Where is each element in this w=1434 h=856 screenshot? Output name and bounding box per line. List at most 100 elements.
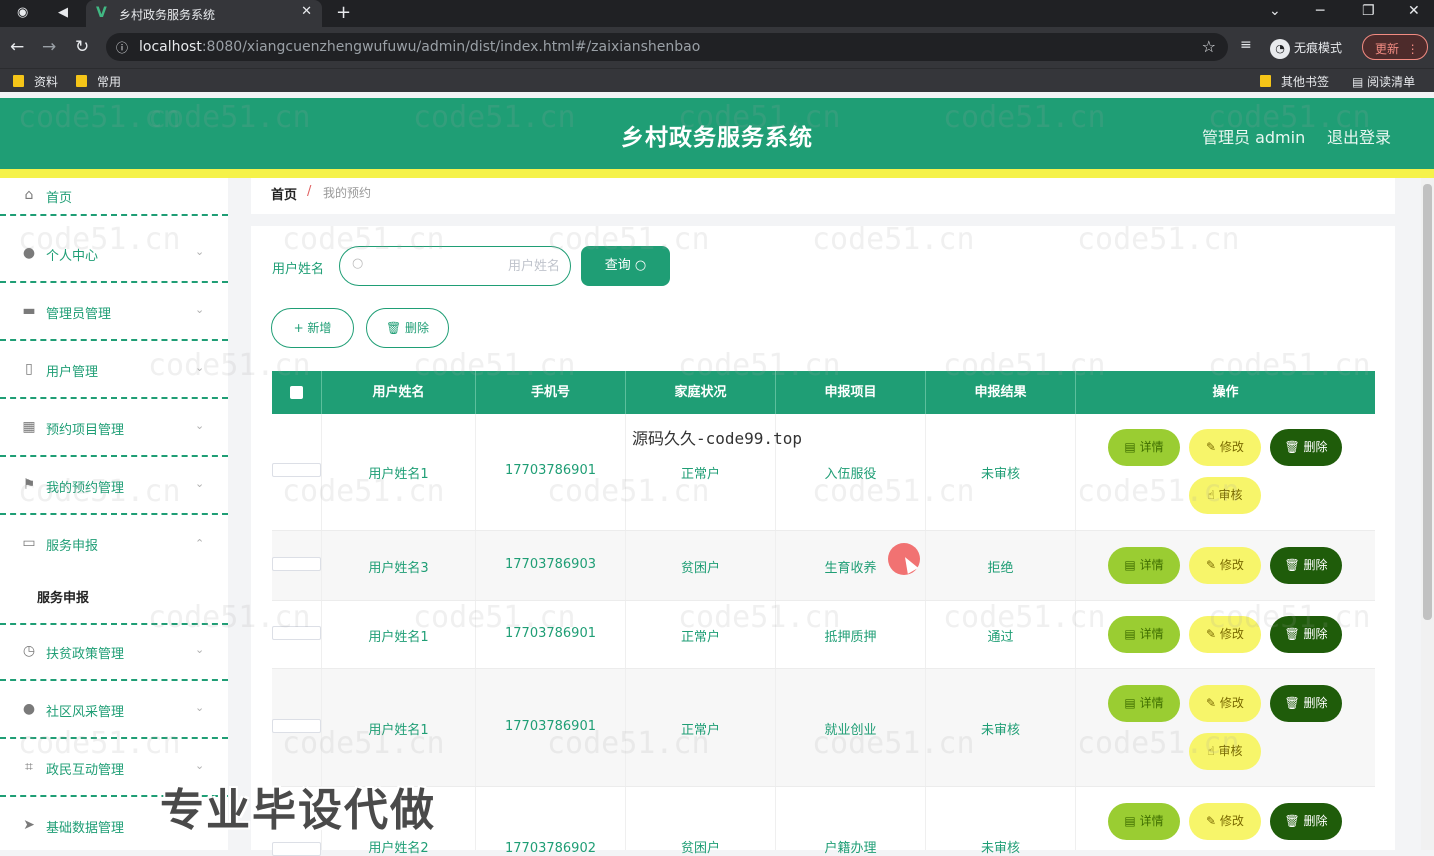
cell-result: 通过 [926,601,1076,668]
browser-menu-icon[interactable]: ◉ [17,5,28,20]
cell-result: 拒绝 [926,531,1076,600]
cell-phone: 17703786901 [476,669,626,786]
update-button[interactable]: 更新 ⋮ [1362,34,1428,60]
sidebar-item-admins[interactable]: ▬ 管理员管理 ⌄ [0,283,228,341]
add-button[interactable]: + 新增 [271,308,354,348]
vue-logo-icon: V [96,5,107,21]
detail-button[interactable]: ▤ 详情 [1108,803,1180,840]
row-checkbox[interactable] [272,556,321,571]
sidebar-item-users[interactable]: ▯ 用户管理 ⌄ [0,341,228,399]
current-user: 管理员 admin [1202,128,1306,147]
logout-link[interactable]: 退出登录 [1327,124,1391,148]
batch-delete-button[interactable]: 🗑 删除 [366,308,449,348]
edit-button[interactable]: ✎ 修改 [1189,685,1261,722]
forward-icon[interactable]: → [42,37,56,57]
browser-tab[interactable]: V 乡村政务服务系统 ✕ [86,0,322,27]
folder-icon [76,75,87,87]
detail-button[interactable]: ▤ 详情 [1108,685,1180,722]
media-control-icon[interactable]: ≡ [1240,37,1252,53]
sidebar-item-booking-projects[interactable]: ▦ 预约项目管理 ⌄ [0,399,228,457]
page-scrollbar[interactable] [1421,178,1434,850]
chevron-down-icon: ⌄ [195,477,205,490]
sidebar-item-my-bookings[interactable]: ⚑ 我的预约管理 ⌄ [0,457,228,515]
minimize-icon[interactable]: ─ [1316,3,1324,19]
sidebar: ⌂ 首页 ● 个人中心 ⌄ ▬ 管理员管理 ⌄ ▯ 用户管理 ⌄ ▦ 预约项目管… [0,178,228,850]
query-button[interactable]: 查询 ○ [581,246,670,286]
other-bookmarks[interactable]: 其他书签 [1260,73,1329,90]
sidebar-item-community[interactable]: ● 社区风采管理 ⌄ [0,681,228,739]
audit-button[interactable]: ☝ 审核 [1189,477,1261,514]
delete-button[interactable]: 🗑 删除 [1270,429,1342,466]
reload-icon[interactable]: ↻ [75,37,89,57]
app-header: 乡村政务服务系统 管理员 admin 退出登录 [0,98,1434,169]
reading-list[interactable]: ▤ 阅读清单 [1352,73,1415,90]
edit-button[interactable]: ✎ 修改 [1189,547,1261,584]
row-checkbox[interactable] [272,625,321,640]
search-field[interactable]: ○ [339,246,571,286]
incognito-icon: ◔ [1270,39,1290,59]
grid-icon: ▦ [22,419,36,435]
address-bar[interactable]: ⓘ localhost:8080/xiangcuenzhengwufuwu/ad… [106,33,1228,61]
flag-icon: ⚑ [22,477,36,493]
reading-list-icon: ▤ [1352,75,1368,89]
delete-button[interactable]: 🗑 删除 [1270,616,1342,653]
chevron-down-icon: ⌄ [195,361,205,374]
close-tab-icon[interactable]: ✕ [301,4,312,19]
row-checkbox[interactable] [272,463,321,477]
search-icon: ○ [352,256,364,271]
edit-button[interactable]: ✎ 修改 [1189,429,1261,466]
chevron-down-icon: ⌄ [195,419,205,432]
row-checkbox[interactable] [272,718,321,733]
mute-icon[interactable]: ◀ [58,5,68,20]
table-row: 用户姓名1 17703786901 正常户 抵押质押 通过 ▤ 详情 ✎ 修改 … [272,601,1375,669]
cell-name: 用户姓名1 [322,414,476,530]
delete-button[interactable]: 🗑 删除 [1270,547,1342,584]
new-tab-icon[interactable]: + [336,2,351,23]
detail-button[interactable]: ▤ 详情 [1108,616,1180,653]
tab-search-icon[interactable]: ⌄ [1269,3,1281,19]
bookmark-star-icon[interactable]: ☆ [1202,37,1216,56]
back-icon[interactable]: ← [10,37,24,57]
search-input[interactable] [370,255,560,277]
column-header[interactable]: 手机号 [476,371,626,414]
cell-result: 未审核 [926,414,1076,530]
site-info-icon[interactable]: ⓘ [116,39,128,56]
detail-button[interactable]: ▤ 详情 [1108,429,1180,466]
edit-button[interactable]: ✎ 修改 [1189,803,1261,840]
delete-button[interactable]: 🗑 删除 [1270,803,1342,840]
window-close-icon[interactable]: ✕ [1408,3,1420,19]
edit-button[interactable]: ✎ 修改 [1189,616,1261,653]
incognito-indicator[interactable]: ◔ 无痕模式 [1270,33,1342,61]
delete-button[interactable]: 🗑 删除 [1270,685,1342,722]
cell-project: 就业创业 [776,669,926,786]
trash-icon: 🗑 [385,321,406,335]
crop-icon: ⌗ [25,759,33,775]
column-header[interactable]: 家庭状况 [626,371,776,414]
sidebar-item-home[interactable]: ⌂ 首页 [0,168,228,216]
breadcrumb: 首页 / 我的预约 [251,178,1395,214]
audit-button[interactable]: ☝ 审核 [1189,733,1261,770]
sidebar-item-poverty-policy[interactable]: ◷ 扶贫政策管理 ⌄ [0,623,228,681]
scrollbar-thumb[interactable] [1423,184,1432,620]
user-icon: ● [22,701,36,717]
restore-icon[interactable]: ❐ [1362,3,1375,19]
detail-button[interactable]: ▤ 详情 [1108,547,1180,584]
column-header[interactable]: 申报结果 [926,371,1076,414]
column-header[interactable]: 申报项目 [776,371,926,414]
sidebar-item-service-report[interactable]: ▭ 服务申报 ⌃ 服务申报 [0,515,228,625]
url-text: localhost:8080/xiangcuenzhengwufuwu/admi… [139,39,701,55]
cell-phone: 17703786902 [476,787,626,856]
sidebar-item-personal[interactable]: ● 个人中心 ⌄ [0,225,228,283]
sidebar-subitem-service-report[interactable]: 服务申报 [37,587,89,606]
select-all-checkbox[interactable] [290,386,303,399]
row-checkbox[interactable] [272,842,321,856]
bookmark-folder-2[interactable]: 常用 [76,73,121,90]
bookmark-folder-1[interactable]: 资料 [13,73,58,90]
row-checkbox-cell [272,601,322,668]
user-icon: ● [22,245,36,261]
breadcrumb-home[interactable]: 首页 [271,184,297,203]
column-header[interactable]: 用户姓名 [322,371,476,414]
cell-family: 贫困户 [626,531,776,600]
cell-phone: 17703786901 [476,601,626,668]
breadcrumb-current: 我的预约 [323,186,372,200]
